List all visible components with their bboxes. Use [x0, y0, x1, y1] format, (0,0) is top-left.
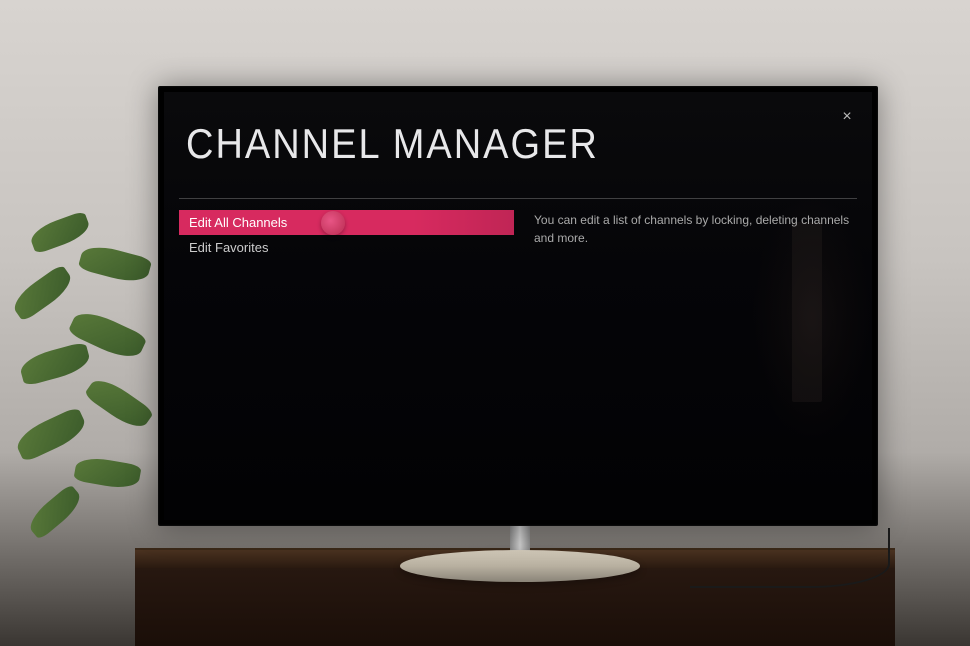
decorative-plant — [0, 200, 170, 600]
menu-item-edit-favorites[interactable]: Edit Favorites — [179, 235, 514, 260]
cursor-pointer-icon — [321, 211, 345, 235]
menu-item-label: Edit Favorites — [189, 240, 268, 255]
tv-screen: × CHANNEL MANAGER Edit All Channels Edit… — [164, 92, 872, 520]
menu-item-edit-all-channels[interactable]: Edit All Channels — [179, 210, 514, 235]
menu-description: You can edit a list of channels by locki… — [534, 211, 854, 247]
cable — [690, 528, 890, 588]
page-title: CHANNEL MANAGER — [186, 122, 599, 169]
screen-reflection — [792, 222, 822, 402]
menu-list: Edit All Channels Edit Favorites — [179, 210, 514, 260]
tv-stand — [400, 525, 640, 580]
menu-item-label: Edit All Channels — [189, 215, 287, 230]
header-divider — [179, 198, 857, 199]
close-button[interactable]: × — [837, 107, 857, 127]
tv-frame: × CHANNEL MANAGER Edit All Channels Edit… — [158, 86, 878, 526]
